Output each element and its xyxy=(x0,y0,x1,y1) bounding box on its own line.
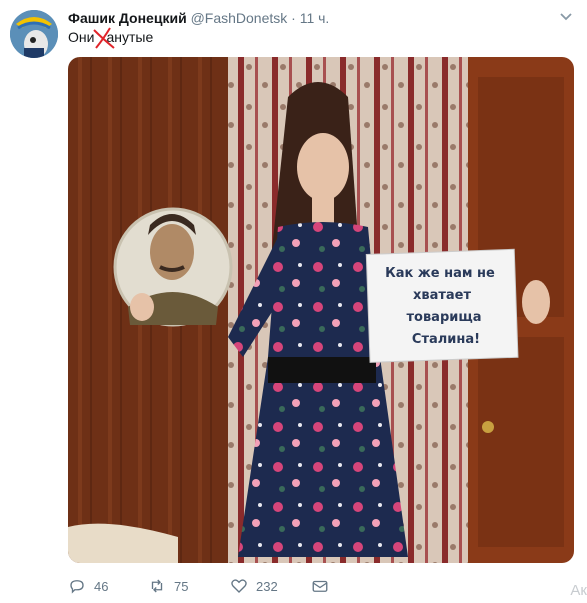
chevron-down-icon[interactable] xyxy=(559,10,573,24)
retweet-count: 75 xyxy=(174,578,189,594)
sign-line-2: хватает xyxy=(413,288,472,303)
reply-icon xyxy=(70,580,84,594)
envelope-icon xyxy=(312,580,328,592)
tweet-time[interactable]: · 11 ч. xyxy=(291,10,329,26)
tweet-header: Фашик Донецкий @FashDonetsk · 11 ч. xyxy=(68,8,557,28)
avatar-image xyxy=(10,10,58,58)
user-handle[interactable]: @FashDonetsk xyxy=(191,10,288,26)
avatar[interactable] xyxy=(10,10,58,58)
retweet-icon xyxy=(151,579,163,593)
message-button[interactable] xyxy=(311,576,329,596)
like-button[interactable]: 232 xyxy=(230,576,278,596)
sign-line-3: товарища xyxy=(406,310,481,325)
tweet-photo[interactable]: Как же нам не хватает товарища Сталина! xyxy=(68,57,574,563)
like-count: 232 xyxy=(256,578,278,594)
display-name[interactable]: Фашик Донецкий xyxy=(68,10,187,26)
reply-count: 46 xyxy=(94,578,109,594)
reply-button[interactable]: 46 xyxy=(68,576,108,596)
heart-icon xyxy=(231,579,247,593)
retweet-button[interactable]: 75 xyxy=(148,576,188,596)
sign-line-1: Как же нам не xyxy=(385,266,495,281)
truncated-label: Ак xyxy=(570,582,587,599)
photo-illustration: Как же нам не хватает товарища Сталина! xyxy=(68,57,574,563)
red-cross-mark xyxy=(93,27,115,49)
sign-line-4: Сталина! xyxy=(412,332,480,347)
